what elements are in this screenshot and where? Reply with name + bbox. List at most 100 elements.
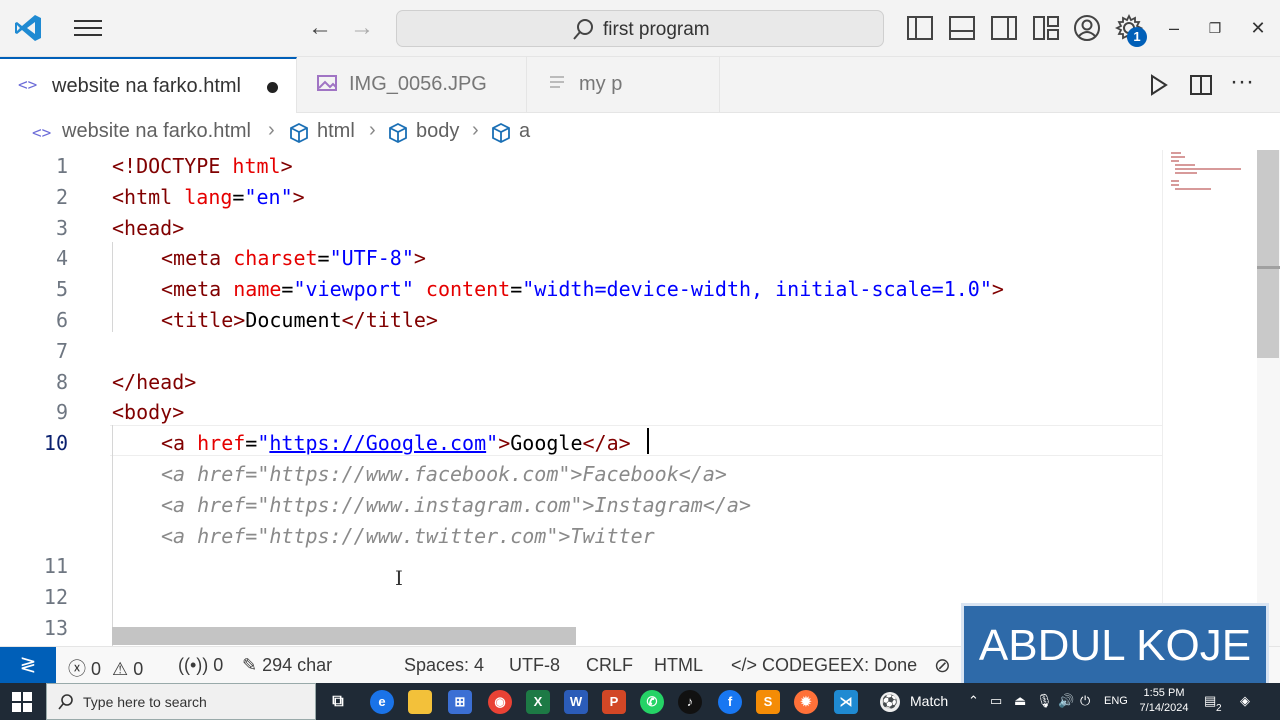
notifications-icon[interactable]: ▤ — [1204, 693, 1216, 709]
toggle-secondary-sidebar-icon[interactable] — [989, 13, 1019, 43]
code-token: = — [232, 185, 245, 209]
menu-icon[interactable] — [72, 16, 104, 42]
minimap-line — [1175, 172, 1197, 174]
char-count-label: 294 char — [262, 655, 333, 675]
inline-suggestion[interactable]: <a href="https://www.twitter.com">Twitte… — [161, 524, 655, 548]
remote-indicator-icon[interactable]: ≷ — [0, 647, 56, 684]
language-indicator[interactable]: ENG — [1104, 695, 1128, 707]
code-link[interactable]: https://Google.com — [269, 431, 486, 455]
minimize-button[interactable]: – — [1160, 14, 1188, 42]
element-cube-icon — [290, 122, 308, 144]
line-number: 10 — [43, 431, 68, 455]
codegeex-label: CODEGEEX: Done — [762, 655, 918, 675]
inline-suggestion[interactable]: <a href="https://www.instagram.com">Inst… — [161, 493, 751, 517]
title-bar: ← → first program 1 – ❐ ✕ — [0, 0, 1280, 57]
codegeex-icon: </> — [731, 655, 758, 675]
line-number: 1 — [55, 154, 68, 178]
breadcrumb-file[interactable]: website na farko.html — [62, 120, 251, 143]
element-cube-icon — [492, 122, 510, 144]
chrome-icon[interactable]: ◉ — [488, 690, 512, 714]
unsaved-dot-icon[interactable] — [267, 82, 278, 93]
power-icon[interactable]: ⏻ — [1080, 693, 1090, 709]
char-count[interactable]: ✎ 294 char — [242, 655, 332, 676]
code-token: Document — [245, 308, 342, 332]
powerpoint-icon[interactable]: P — [602, 690, 626, 714]
code-token: <html — [112, 185, 185, 209]
more-actions-icon[interactable]: ··· — [1230, 68, 1258, 96]
line-number: 12 — [43, 585, 68, 609]
code-token: name — [233, 277, 282, 301]
run-icon[interactable] — [1144, 71, 1172, 99]
vscode-logo-icon[interactable] — [12, 12, 44, 44]
whatsapp-icon[interactable]: ✆ — [640, 690, 664, 714]
tab-website-na-farko[interactable]: <> website na farko.html — [0, 57, 297, 113]
facebook-icon[interactable]: f — [718, 690, 742, 714]
restore-button[interactable]: ❐ — [1201, 14, 1229, 42]
code-token: " — [486, 431, 499, 455]
usb-icon[interactable]: ⏏ — [1014, 693, 1026, 709]
horizontal-scrollbar[interactable] — [112, 627, 576, 645]
html-file-icon: <> — [32, 123, 52, 142]
windows-start-icon[interactable] — [12, 692, 32, 712]
firefox-icon[interactable]: ✹ — [794, 690, 818, 714]
toggle-panel-icon[interactable] — [947, 13, 977, 43]
toggle-primary-sidebar-icon[interactable] — [905, 13, 935, 43]
microphone-icon[interactable]: 🎙 — [1036, 693, 1053, 709]
volume-icon[interactable]: 🔊 — [1058, 693, 1074, 709]
inline-suggestion[interactable]: <a href="https://www.facebook.com">Faceb… — [161, 462, 727, 486]
eol-status[interactable]: CRLF — [586, 655, 633, 676]
code-token: = — [281, 277, 294, 301]
back-arrow-icon[interactable]: ← — [305, 14, 335, 44]
sublime-text-icon[interactable]: S — [756, 690, 780, 714]
word-icon[interactable]: W — [564, 690, 588, 714]
store-icon[interactable]: ⊞ — [448, 690, 472, 714]
soccer-ball-icon[interactable]: ⚽ — [880, 692, 900, 712]
error-count: 0 — [91, 659, 102, 679]
clock[interactable]: 1:55 PM 7/14/2024 — [1138, 686, 1190, 716]
chevron-right-icon: › — [268, 119, 275, 141]
excel-icon[interactable]: X — [526, 690, 550, 714]
vertical-scrollbar-thumb[interactable] — [1257, 150, 1279, 358]
tiktok-icon[interactable]: ♪ — [678, 690, 702, 714]
line-number: 7 — [55, 339, 68, 363]
breadcrumb-item-body[interactable]: body — [416, 120, 459, 143]
tab-img-0056[interactable]: IMG_0056.JPG — [297, 57, 527, 113]
widget-icon[interactable]: ◈ — [1240, 693, 1250, 709]
account-icon[interactable] — [1072, 13, 1102, 43]
customize-layout-icon[interactable] — [1031, 13, 1061, 43]
problems-indicator[interactable]: ⓧ 0 ⚠ 0 — [68, 655, 143, 681]
minimap[interactable] — [1162, 150, 1257, 646]
ports-indicator[interactable]: ((•)) 0 — [178, 655, 223, 676]
no-entry-icon[interactable]: ⊘ — [934, 653, 951, 678]
command-center-search[interactable]: first program — [396, 10, 884, 47]
show-hidden-icons-icon[interactable]: ⌃ — [968, 693, 979, 709]
error-icon: ⓧ — [68, 659, 86, 679]
minimap-line — [1175, 168, 1241, 170]
line-number: 3 — [55, 216, 68, 240]
breadcrumb-item-html[interactable]: html — [317, 120, 355, 143]
match-widget-label[interactable]: Match — [910, 693, 948, 709]
code-editor[interactable]: 1 2 3 4 5 6 7 8 9 10 11 12 13 <!DOCTYPE … — [0, 150, 1162, 646]
vscode-taskbar-icon[interactable]: ⋊ — [834, 690, 858, 714]
file-explorer-icon[interactable] — [408, 690, 432, 714]
encoding-status[interactable]: UTF-8 — [509, 655, 560, 676]
breadcrumb-item-a[interactable]: a — [519, 120, 530, 143]
close-button[interactable]: ✕ — [1244, 14, 1272, 42]
tab-my-p[interactable]: my p — [527, 57, 720, 113]
code-token: > — [280, 154, 293, 178]
split-editor-icon[interactable] — [1187, 71, 1215, 99]
scroll-position-marker — [1257, 266, 1280, 269]
warning-icon: ⚠ — [112, 659, 129, 679]
language-mode-status[interactable]: HTML — [654, 655, 703, 676]
codegeex-status[interactable]: </> CODEGEEX: Done — [731, 655, 917, 676]
indentation-status[interactable]: Spaces: 4 — [404, 655, 484, 676]
line-number: 6 — [55, 308, 68, 332]
task-view-icon[interactable]: ⧉ — [326, 690, 350, 714]
code-token: " — [257, 431, 270, 455]
taskbar-search-box[interactable]: Type here to search — [46, 683, 316, 720]
forward-arrow-icon[interactable]: → — [347, 14, 377, 44]
breadcrumb: <> website na farko.html › html › body ›… — [0, 114, 1280, 150]
code-token: </a> — [582, 431, 631, 455]
edge-icon[interactable]: e — [370, 690, 394, 714]
battery-icon[interactable]: ▭ — [990, 693, 1002, 709]
